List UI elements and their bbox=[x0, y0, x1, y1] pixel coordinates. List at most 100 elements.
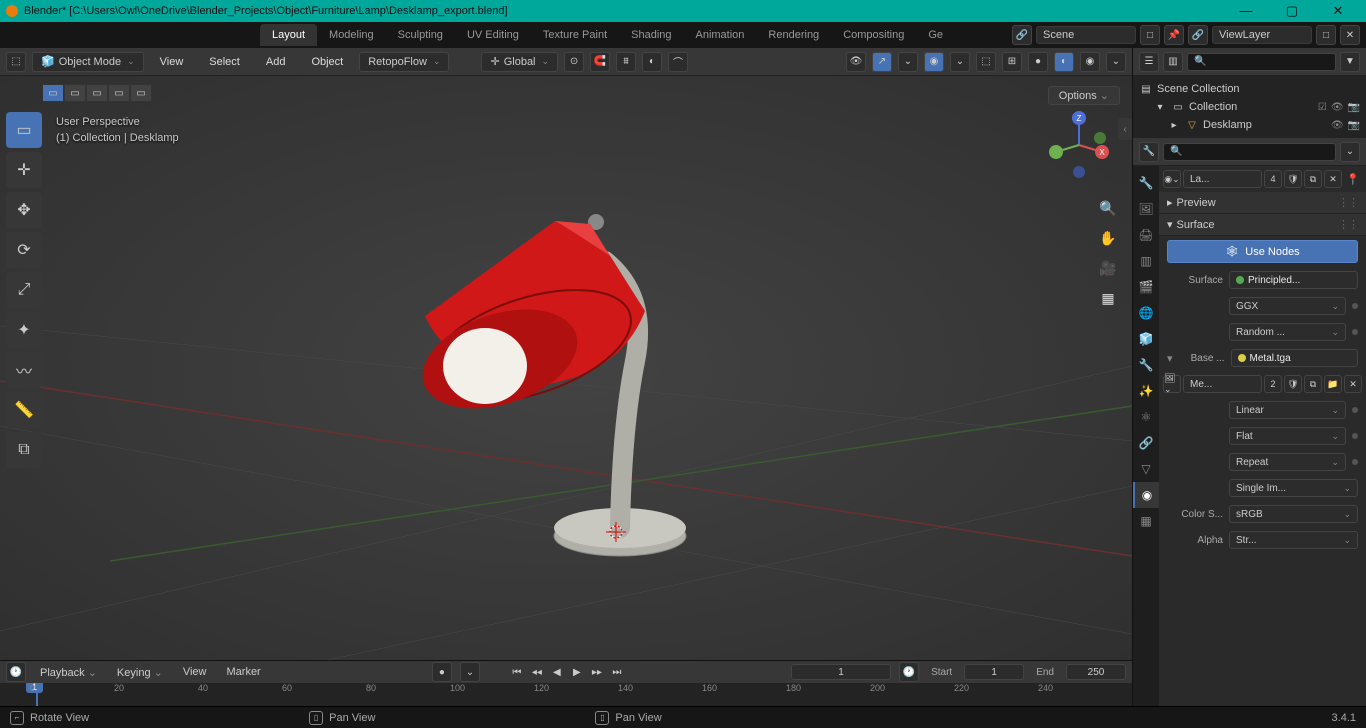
subsurface-field[interactable]: Random ... bbox=[1229, 323, 1346, 341]
retopoflow-menu[interactable]: RetopoFlow bbox=[359, 52, 449, 72]
output-tab-icon[interactable]: 🖨 bbox=[1133, 222, 1159, 248]
material-tab-icon[interactable]: ◉ bbox=[1133, 482, 1159, 508]
minimize-button[interactable]: — bbox=[1232, 3, 1260, 19]
keying-menu[interactable]: Keying bbox=[111, 664, 169, 681]
pin-icon[interactable]: 📍 bbox=[1344, 170, 1362, 188]
projection-field[interactable]: Flat bbox=[1229, 427, 1346, 445]
properties-editor-type-icon[interactable]: 🔧 bbox=[1139, 142, 1159, 162]
add-cube-tool[interactable]: ⧉ bbox=[6, 432, 42, 468]
cursor-tool[interactable]: ✛ bbox=[6, 152, 42, 188]
preview-panel-head[interactable]: ▸ Preview ⋮⋮ bbox=[1159, 192, 1366, 214]
view-menu[interactable]: View bbox=[150, 52, 194, 72]
select-extend-icon[interactable]: ▭ bbox=[64, 84, 86, 102]
modifier-tab-icon[interactable]: 🔧 bbox=[1133, 352, 1159, 378]
surface-panel-head[interactable]: ▾ Surface ⋮⋮ bbox=[1159, 214, 1366, 236]
workspace-tab-rendering[interactable]: Rendering bbox=[756, 24, 831, 46]
overlays-settings-icon[interactable]: ⌄ bbox=[950, 52, 970, 72]
jump-end-icon[interactable]: ⏭ bbox=[608, 664, 626, 680]
move-tool[interactable]: ✥ bbox=[6, 192, 42, 228]
physics-tab-icon[interactable]: ⚛ bbox=[1133, 404, 1159, 430]
new-material-icon[interactable]: ⧉ bbox=[1304, 170, 1322, 188]
shading-wireframe-icon[interactable]: ⊞ bbox=[1002, 52, 1022, 72]
shading-rendered-icon[interactable]: ◉ bbox=[1080, 52, 1100, 72]
unlink-material-icon[interactable]: ✕ bbox=[1324, 170, 1342, 188]
outliner-filter-icon[interactable]: ▼ bbox=[1340, 52, 1360, 72]
xray-icon[interactable]: ⬚ bbox=[976, 52, 996, 72]
interpolation-field[interactable]: Linear bbox=[1229, 401, 1346, 419]
orientation-selector[interactable]: ✛ Global bbox=[481, 52, 558, 72]
hide-viewport-icon[interactable]: 👁 bbox=[1331, 120, 1344, 131]
properties-search[interactable]: 🔍 bbox=[1163, 143, 1336, 161]
annotate-tool[interactable]: 〰 bbox=[6, 352, 42, 388]
object-tab-icon[interactable]: 🧊 bbox=[1133, 326, 1159, 352]
zoom-icon[interactable]: 🔍 bbox=[1096, 196, 1120, 220]
jump-start-icon[interactable]: ⏮ bbox=[508, 664, 526, 680]
timeline-editor-type-icon[interactable]: 🕐 bbox=[6, 662, 26, 682]
fake-user-icon[interactable]: 🛡 bbox=[1284, 170, 1302, 188]
disable-render-icon[interactable]: 📷 bbox=[1348, 120, 1360, 131]
workspace-tab-modeling[interactable]: Modeling bbox=[317, 24, 386, 46]
chevron-right-icon[interactable]: ▸ bbox=[1167, 118, 1181, 132]
scene-tab-icon[interactable]: 🎬 bbox=[1133, 274, 1159, 300]
shading-settings-icon[interactable]: ⌄ bbox=[1106, 52, 1126, 72]
keyframe-next-icon[interactable]: ▸▸ bbox=[588, 664, 606, 680]
mode-selector[interactable]: 🧊 Object Mode bbox=[32, 52, 144, 72]
viewlayer-browse-icon[interactable]: 🔗 bbox=[1188, 25, 1208, 45]
maximize-button[interactable]: ▢ bbox=[1278, 3, 1306, 19]
material-users-badge[interactable]: 4 bbox=[1264, 170, 1282, 188]
shading-material-icon[interactable]: ◐ bbox=[1054, 52, 1074, 72]
panel-drag-icon[interactable]: ⋮⋮ bbox=[1338, 196, 1358, 209]
playhead[interactable]: 1 bbox=[36, 683, 38, 707]
scene-pin-icon[interactable]: 📌 bbox=[1164, 25, 1184, 45]
basecolor-field[interactable]: Metal.tga bbox=[1231, 349, 1358, 367]
chevron-down-icon[interactable]: ▾ bbox=[1153, 100, 1167, 114]
particles-tab-icon[interactable]: ✨ bbox=[1133, 378, 1159, 404]
select-box-icon[interactable]: ▭ bbox=[42, 84, 64, 102]
n-panel-toggle[interactable]: ‹ bbox=[1118, 118, 1132, 140]
unlink-image-icon[interactable]: ✕ bbox=[1344, 375, 1362, 393]
workspace-tab-texture[interactable]: Texture Paint bbox=[531, 24, 619, 46]
nav-gizmo[interactable]: Z X bbox=[1044, 110, 1114, 180]
perspective-toggle-icon[interactable]: ▦ bbox=[1096, 286, 1120, 310]
snap-toggle-icon[interactable]: 🧲 bbox=[590, 52, 610, 72]
pan-icon[interactable]: ✋ bbox=[1096, 226, 1120, 250]
outliner-display-mode-icon[interactable]: ▥ bbox=[1163, 52, 1183, 72]
preview-range-icon[interactable]: 🕐 bbox=[899, 662, 919, 682]
outliner-search[interactable]: 🔍 bbox=[1187, 53, 1336, 71]
node-input-dot[interactable] bbox=[1352, 459, 1358, 465]
outliner-editor-type-icon[interactable]: ☰ bbox=[1139, 52, 1159, 72]
surface-shader-field[interactable]: Principled... bbox=[1229, 271, 1358, 289]
shading-solid-icon[interactable]: ● bbox=[1028, 52, 1048, 72]
rotate-tool[interactable]: ⟳ bbox=[6, 232, 42, 268]
material-name-field[interactable]: La... bbox=[1183, 170, 1262, 188]
visibility-icon[interactable]: 👁 bbox=[846, 52, 866, 72]
proportional-edit-icon[interactable]: ◐ bbox=[642, 52, 662, 72]
add-menu[interactable]: Add bbox=[256, 52, 296, 72]
editor-type-icon[interactable]: ⬚ bbox=[6, 52, 26, 72]
viewlayer-name-input[interactable] bbox=[1212, 26, 1312, 44]
tool-tab-icon[interactable]: 🔧 bbox=[1133, 170, 1159, 196]
playback-menu[interactable]: Playback bbox=[34, 664, 103, 681]
gizmo-icon[interactable]: ↗ bbox=[872, 52, 892, 72]
disable-render-icon[interactable]: 📷 bbox=[1348, 102, 1360, 113]
use-nodes-button[interactable]: 🕸 Use Nodes bbox=[1167, 240, 1358, 263]
data-tab-icon[interactable]: ▽ bbox=[1133, 456, 1159, 482]
texture-tab-icon[interactable]: ▦ bbox=[1133, 508, 1159, 534]
select-box-tool[interactable]: ▭ bbox=[6, 112, 42, 148]
source-field[interactable]: Single Im... bbox=[1229, 479, 1358, 497]
image-browse-icon[interactable]: 🖼⌄ bbox=[1163, 375, 1181, 393]
workspace-tab-compositing[interactable]: Compositing bbox=[831, 24, 916, 46]
workspace-tab-uv[interactable]: UV Editing bbox=[455, 24, 531, 46]
workspace-tab-sculpting[interactable]: Sculpting bbox=[386, 24, 455, 46]
select-intersect-icon[interactable]: ▭ bbox=[130, 84, 152, 102]
marker-menu[interactable]: Marker bbox=[221, 664, 267, 680]
overlays-icon[interactable]: ◉ bbox=[924, 52, 944, 72]
select-invert-icon[interactable]: ▭ bbox=[108, 84, 130, 102]
render-tab-icon[interactable]: 🖼 bbox=[1133, 196, 1159, 222]
viewlayer-remove-icon[interactable]: ✕ bbox=[1340, 25, 1360, 45]
timeline-view-menu[interactable]: View bbox=[177, 664, 213, 680]
node-input-dot[interactable] bbox=[1352, 433, 1358, 439]
image-name-field[interactable]: Me... bbox=[1183, 375, 1262, 393]
play-icon[interactable]: ▶ bbox=[568, 664, 586, 680]
image-users-badge[interactable]: 2 bbox=[1264, 375, 1282, 393]
